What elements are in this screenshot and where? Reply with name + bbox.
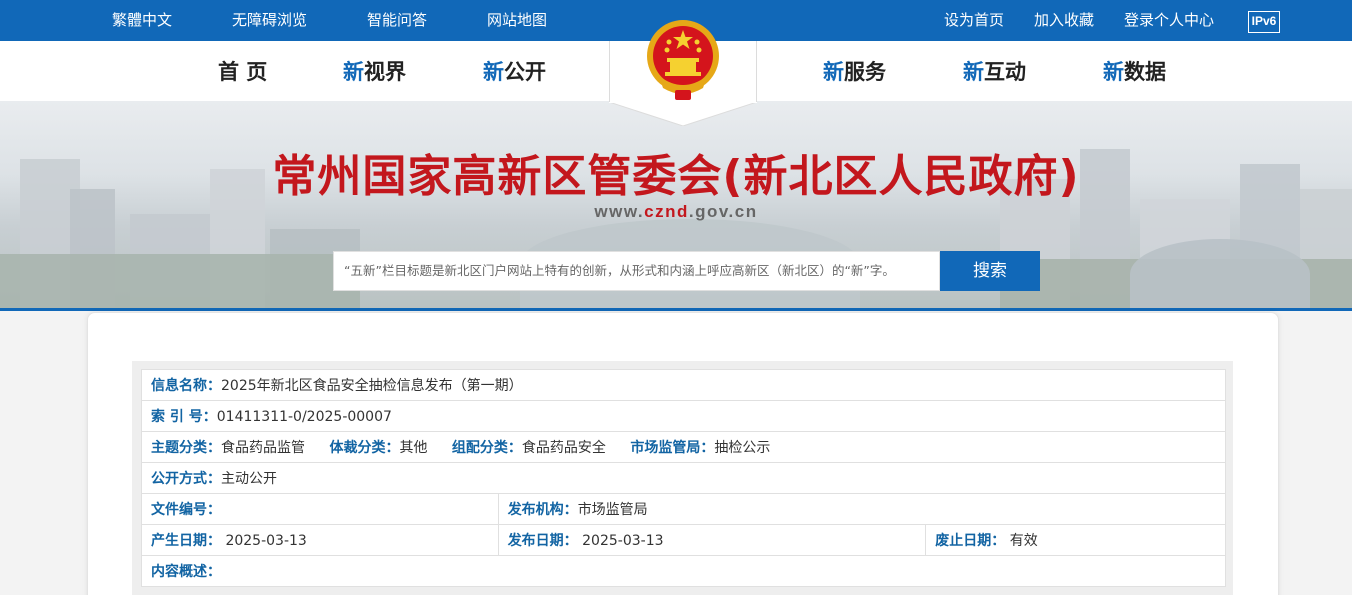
genre-label: 体裁分类：	[329, 440, 400, 456]
nav-data-label: 数据	[1124, 60, 1166, 84]
doc-number-label: 文件编号：	[151, 502, 221, 518]
set-homepage-link[interactable]: 设为首页	[944, 0, 1004, 41]
expire-date-label: 废止日期：	[935, 533, 1006, 549]
nav-vision-label: 视界	[364, 60, 406, 84]
nav-service-prefix: 新	[823, 60, 844, 84]
ipv6-badge: IPv6	[1248, 11, 1280, 33]
table-row: 信息名称：2025年新北区食品安全抽检信息发布（第一期）	[141, 369, 1226, 401]
bureau-value: 抽检公示	[714, 440, 771, 456]
banner-divider	[0, 308, 1352, 311]
nav-service-label: 服务	[844, 60, 886, 84]
info-name-label: 信息名称：	[151, 378, 221, 394]
topic-value: 食品药品监管	[221, 440, 305, 456]
info-table: 信息名称：2025年新北区食品安全抽检信息发布（第一期） 索 引 号：01411…	[141, 369, 1227, 587]
disclosure-method-label: 公开方式：	[151, 471, 221, 487]
nav-data-prefix: 新	[1103, 60, 1124, 84]
index-value: 01411311-0/2025-00007	[216, 409, 392, 425]
publish-date-label: 发布日期：	[507, 533, 578, 549]
nav-interaction-prefix: 新	[963, 60, 984, 84]
table-row: 主题分类：食品药品监管 体裁分类：其他 组配分类：食品药品安全 市场监管局：抽检…	[141, 431, 1226, 463]
sitemap-link[interactable]: 网站地图	[487, 0, 547, 41]
login-personal-center-link[interactable]: 登录个人中心	[1124, 0, 1214, 41]
table-row: 索 引 号：01411311-0/2025-00007	[141, 400, 1226, 432]
site-url-domain: cznd	[644, 202, 689, 221]
nav-home[interactable]: 首 页	[218, 56, 267, 86]
site-url-prefix: www.	[594, 202, 645, 221]
topic-label: 主题分类：	[151, 440, 221, 456]
table-row: 产生日期： 2025-03-13 发布日期： 2025-03-13 废止日期： …	[141, 524, 1226, 556]
table-row: 公开方式：主动公开	[141, 462, 1226, 494]
emblem-tab-point	[609, 102, 757, 126]
nav-open-label: 公开	[504, 60, 546, 84]
created-date-value: 2025-03-13	[225, 533, 307, 549]
org-category-label: 组配分类：	[451, 440, 522, 456]
table-row: 内容概述：	[141, 555, 1226, 587]
genre-value: 其他	[399, 440, 428, 456]
disclosure-method-value: 主动公开	[221, 471, 277, 487]
expire-date-value: 有效	[1009, 533, 1038, 549]
traditional-chinese-link[interactable]: 繁體中文	[112, 0, 172, 41]
info-name-value: 2025年新北区食品安全抽检信息发布（第一期）	[221, 378, 523, 394]
national-emblem-icon[interactable]	[645, 18, 721, 102]
nav-interaction-label: 互动	[984, 60, 1026, 84]
smart-qa-link[interactable]: 智能问答	[367, 0, 427, 41]
publish-date-value: 2025-03-13	[582, 533, 664, 549]
publisher-value: 市场监管局	[577, 502, 648, 518]
bureau-label: 市场监管局：	[630, 440, 715, 456]
nav-vision-prefix: 新	[343, 60, 364, 84]
table-row: 文件编号： 发布机构：市场监管局	[141, 493, 1227, 525]
add-favorite-link[interactable]: 加入收藏	[1034, 0, 1094, 41]
nav-data[interactable]: 新数据	[1103, 56, 1166, 86]
search-input[interactable]: “五新”栏目标题是新北区门户网站上特有的创新，从形式和内涵上呼应高新区（新北区）…	[333, 251, 940, 291]
search-button[interactable]: 搜索	[940, 251, 1040, 291]
site-url-suffix: .gov.cn	[688, 202, 758, 221]
search-placeholder: “五新”栏目标题是新北区门户网站上特有的创新，从形式和内涵上呼应高新区（新北区）…	[344, 263, 895, 278]
publisher-label: 发布机构：	[507, 502, 578, 518]
nav-open[interactable]: 新公开	[483, 56, 546, 86]
accessibility-link[interactable]: 无障碍浏览	[232, 0, 307, 41]
nav-open-prefix: 新	[483, 60, 504, 84]
org-category-value: 食品药品安全	[521, 440, 606, 456]
summary-label: 内容概述：	[151, 564, 221, 580]
site-url: www.cznd.gov.cn	[0, 202, 1352, 222]
created-date-label: 产生日期：	[151, 533, 221, 549]
nav-service[interactable]: 新服务	[823, 56, 886, 86]
nav-vision[interactable]: 新视界	[343, 56, 406, 86]
nav-interaction[interactable]: 新互动	[963, 56, 1026, 86]
site-title: 常州国家高新区管委会(新北区人民政府)	[272, 151, 1080, 202]
index-label: 索 引 号：	[151, 409, 217, 425]
